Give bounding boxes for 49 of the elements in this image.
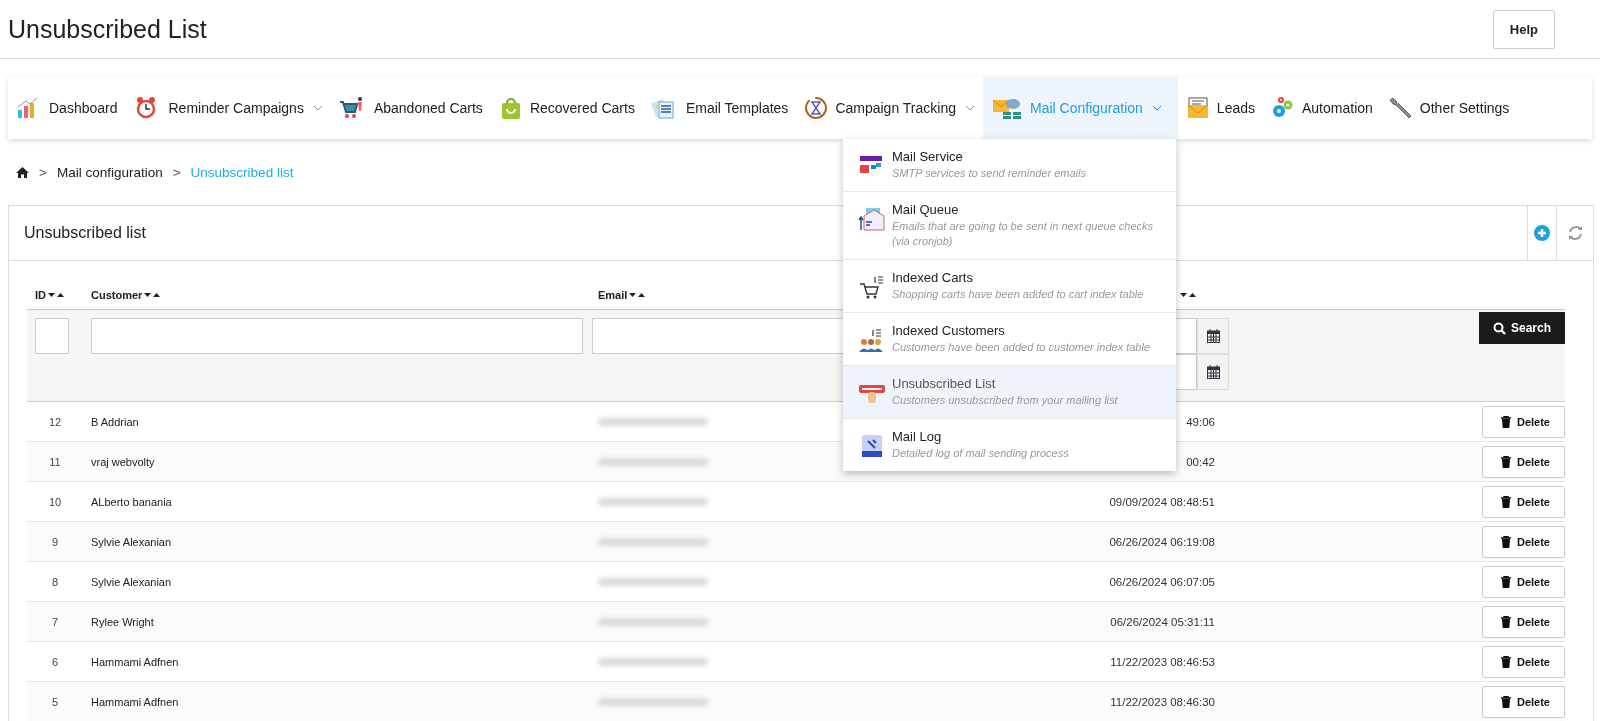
delete-button[interactable]: Delete — [1481, 685, 1565, 718]
delete-button[interactable]: Delete — [1481, 565, 1565, 598]
menu-item[interactable]: Indexed Carts Shopping carts have been added to cart index table — [843, 260, 1176, 313]
nav-item[interactable]: Abandoned Carts — [330, 77, 491, 139]
search-button[interactable]: Search — [1478, 312, 1565, 344]
delete-button[interactable]: Delete — [1481, 605, 1565, 638]
delete-button[interactable]: Delete — [1481, 645, 1565, 678]
nav-item[interactable]: Other Settings — [1380, 77, 1518, 139]
table-cell: Hammami Adfnen — [83, 682, 590, 721]
menu-item[interactable]: Unsubscribed List Customers unsubscribed from your mailing list — [843, 366, 1176, 419]
table-cell-text: 09/09/2024 08:48:51 — [1108, 495, 1215, 508]
help-button[interactable]: Help — [1492, 9, 1555, 49]
table-cell-text: 00:42 — [1185, 455, 1215, 468]
breadcrumb-link[interactable]: Mail configuration — [56, 164, 163, 180]
menu-item[interactable]: Mail Service SMTP services to send reminder emails — [843, 139, 1176, 192]
table-cell: 7 — [27, 602, 83, 642]
table-cell: 11 — [27, 442, 83, 482]
table-cell: vraj webvolty — [83, 442, 590, 482]
delete-button[interactable]: Delete — [1481, 525, 1565, 558]
menu-item[interactable]: Mail Queue Emails that are going to be sent in next queue checks (via cronjob) — [843, 192, 1176, 260]
table-cell-text: 06/26/2024 06:19:08 — [1108, 535, 1215, 548]
column-header: Email — [598, 289, 628, 301]
nav-item[interactable]: Leads — [1177, 77, 1263, 139]
nav-item[interactable]: Email Templates — [642, 77, 797, 139]
table-cell-text: 11/22/2023 08:46:30 — [1109, 695, 1215, 708]
panel-title: Unsubscribed list — [23, 224, 147, 242]
page-title: Unsubscribed List — [8, 14, 207, 44]
column-header: ID — [35, 289, 46, 301]
table-cell-text: 49:06 — [1185, 415, 1215, 428]
table-cell: Rylee Wright — [83, 602, 590, 642]
table-cell: 9 — [27, 522, 83, 562]
nav-item[interactable]: Dashboard — [8, 77, 126, 139]
table-cell-text: 11/22/2023 08:46:53 — [1109, 655, 1215, 668]
breadcrumb-current: Unsubscribed list — [190, 164, 294, 180]
nav-item[interactable]: Automation — [1263, 77, 1381, 139]
column-header: Customer — [91, 289, 143, 301]
delete-button[interactable]: Delete — [1481, 445, 1565, 478]
table-cell-text: 06/26/2024 05:31:11 — [1109, 615, 1215, 628]
delete-button[interactable]: Delete — [1481, 405, 1565, 438]
breadcrumb-separator: > — [172, 164, 181, 180]
table-cell: 5 — [27, 682, 83, 721]
delete-button[interactable]: Delete — [1481, 485, 1565, 518]
table-cell: Sylvie Alexanian — [83, 522, 590, 562]
nav-item[interactable]: Campaign Tracking — [796, 77, 983, 139]
nav-item[interactable]: Reminder Campaigns — [125, 77, 331, 139]
nav-item[interactable]: Recovered Carts — [490, 77, 643, 139]
menu-item[interactable]: Mail Log Detailed log of mail sending process — [843, 419, 1176, 471]
table-cell-text: 06/26/2024 06:07:05 — [1108, 575, 1215, 588]
breadcrumb-separator: > — [39, 164, 47, 180]
